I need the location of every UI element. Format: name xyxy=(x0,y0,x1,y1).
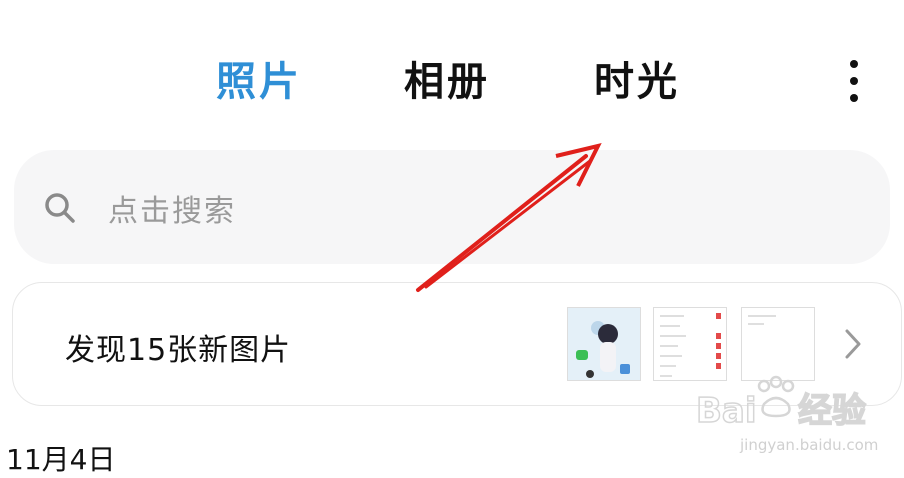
top-tab-bar: 照片 相册 时光 xyxy=(0,52,904,112)
tab-albums[interactable]: 相册 xyxy=(404,52,490,112)
date-header: 11月4日 xyxy=(6,443,116,476)
photo-thumbnail xyxy=(653,307,727,381)
photo-thumbnail xyxy=(741,307,815,381)
more-dot xyxy=(850,94,858,102)
svg-text:经验: 经验 xyxy=(798,391,866,431)
new-photos-text: 发现15张新图片 xyxy=(65,333,292,368)
chevron-right-icon xyxy=(845,329,861,359)
baidu-watermark-logo: Bai 经验 jingyan.baidu.com xyxy=(695,375,878,454)
more-options-icon[interactable] xyxy=(842,58,866,104)
svg-text:Bai: Bai xyxy=(696,391,757,431)
more-dot xyxy=(850,77,858,85)
search-icon xyxy=(45,193,75,223)
tab-photos[interactable]: 照片 xyxy=(216,52,302,112)
svg-text:jingyan.baidu.com: jingyan.baidu.com xyxy=(739,436,878,454)
search-placeholder: 点击搜索 xyxy=(108,194,236,229)
photo-thumbnail xyxy=(567,307,641,381)
more-dot xyxy=(850,60,858,68)
tab-moments[interactable]: 时光 xyxy=(594,52,680,112)
search-bar[interactable]: 点击搜索 xyxy=(14,150,890,264)
